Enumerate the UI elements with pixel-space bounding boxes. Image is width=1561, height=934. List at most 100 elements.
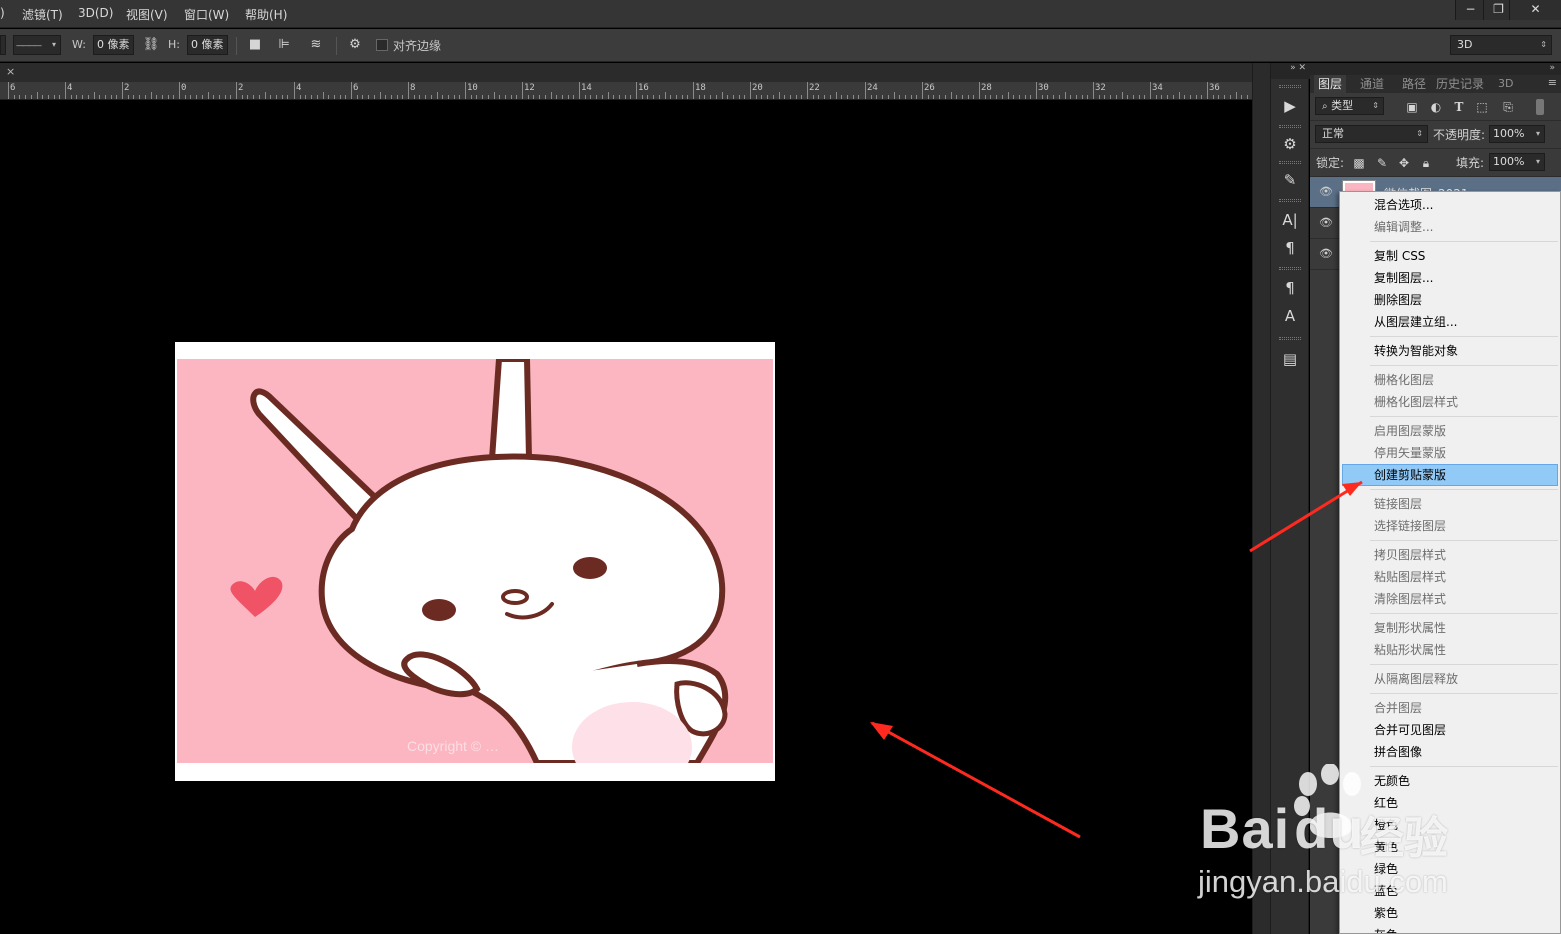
close-window-button[interactable]: ✕	[1509, 0, 1561, 20]
ruler-tick	[545, 95, 546, 99]
panel-collapse-icon[interactable]: »	[1310, 63, 1561, 75]
context-menu-item[interactable]: 清除图层样式	[1342, 588, 1558, 610]
workspace-dropdown[interactable]: 3D ⇕	[1450, 35, 1552, 55]
visibility-eye-icon[interactable]: 👁︎	[1318, 215, 1334, 231]
grip-icon[interactable]	[1279, 85, 1301, 88]
context-menu-item[interactable]: 编辑调整...	[1342, 216, 1558, 238]
document-image[interactable]: Copyright © …	[175, 342, 775, 781]
lock-all-icon[interactable]: 🔒︎	[1418, 155, 1434, 171]
path-operations-icon[interactable]: ■	[246, 36, 264, 54]
ruler-tick	[911, 95, 912, 99]
menu-item-3d[interactable]: 3D(D)	[78, 6, 113, 20]
context-menu-item[interactable]: 从隔离图层释放	[1342, 668, 1558, 690]
tab-layers[interactable]: 图层	[1314, 75, 1347, 93]
lock-move-icon[interactable]: ✥	[1396, 155, 1412, 171]
context-menu-item[interactable]: 红色	[1342, 792, 1558, 814]
grip-icon[interactable]	[1279, 267, 1301, 270]
context-menu-item[interactable]: 粘贴形状属性	[1342, 639, 1558, 661]
context-menu-item[interactable]: 启用图层蒙版	[1342, 420, 1558, 442]
context-menu-item[interactable]: 栅格化图层	[1342, 369, 1558, 391]
grip-icon[interactable]	[1279, 125, 1301, 128]
context-menu-item[interactable]: 灰色	[1342, 924, 1558, 933]
gear-icon[interactable]: ⚙	[346, 36, 364, 54]
lock-paint-icon[interactable]: ✎	[1374, 155, 1390, 171]
character-styles-icon[interactable]: A	[1275, 303, 1305, 329]
height-input[interactable]: 0 像素	[187, 35, 228, 55]
left-eye	[422, 599, 456, 621]
ruler-tick	[1144, 95, 1145, 99]
filter-kind-dropdown[interactable]: ⌕ 类型 ⇕	[1315, 97, 1384, 115]
menu-item-help[interactable]: 帮助(H)	[245, 6, 287, 23]
context-menu-item[interactable]: 合并可见图层	[1342, 719, 1558, 741]
right-eye	[573, 557, 607, 579]
grip-icon[interactable]	[1279, 199, 1301, 202]
visibility-eye-icon[interactable]: 👁︎	[1318, 184, 1334, 200]
context-menu-item[interactable]: 删除图层	[1342, 289, 1558, 311]
context-menu-item[interactable]: 转换为智能对象	[1342, 340, 1558, 362]
context-menu-item[interactable]: 合并图层	[1342, 697, 1558, 719]
panel-menu-icon[interactable]: ≡	[1548, 76, 1557, 89]
shape-filter-icon[interactable]: ⬚	[1474, 99, 1490, 115]
character-icon[interactable]: A|	[1275, 207, 1305, 233]
context-menu-item[interactable]: 复制 CSS	[1342, 245, 1558, 267]
context-menu-item[interactable]: 拷贝图层样式	[1342, 544, 1558, 566]
blend-mode-dropdown[interactable]: 正常 ⇕	[1315, 125, 1428, 143]
minimize-button[interactable]: −	[1455, 0, 1485, 20]
notes-icon[interactable]: ▤	[1275, 346, 1305, 372]
context-menu-item[interactable]: 绿色	[1342, 858, 1558, 880]
play-actions-icon[interactable]: ▶	[1275, 93, 1305, 119]
stroke-style-dropdown[interactable]: ———— ▾	[13, 35, 61, 55]
opacity-input[interactable]: 100% ▾	[1489, 125, 1545, 143]
context-menu-item[interactable]: 链接图层	[1342, 493, 1558, 515]
menu-item-filter[interactable]: 滤镜(T)	[22, 6, 63, 23]
grip-icon[interactable]	[1279, 337, 1301, 340]
visibility-eye-icon[interactable]: 👁︎	[1318, 246, 1334, 262]
context-menu-item[interactable]: 停用矢量蒙版	[1342, 442, 1558, 464]
dock-collapse-icon[interactable]: » ✕	[1271, 63, 1310, 79]
close-document-icon[interactable]: ×	[6, 65, 15, 78]
context-menu-item[interactable]: 从图层建立组...	[1342, 311, 1558, 333]
context-menu-item[interactable]: 混合选项...	[1342, 194, 1558, 216]
context-menu-item[interactable]: 栅格化图层样式	[1342, 391, 1558, 413]
context-menu-item[interactable]: 黄色	[1342, 836, 1558, 858]
context-menu-item[interactable]: 粘贴图层样式	[1342, 566, 1558, 588]
adjustment-filter-icon[interactable]: ◐	[1428, 99, 1444, 115]
context-menu-item[interactable]: 复制图层...	[1342, 267, 1558, 289]
lock-transparency-icon[interactable]: ▩	[1351, 155, 1367, 171]
type-filter-icon[interactable]: T	[1451, 99, 1467, 115]
tab-history[interactable]: 历史记录	[1432, 75, 1488, 93]
context-menu-item[interactable]: 蓝色	[1342, 880, 1558, 902]
paragraph-styles-icon[interactable]: ¶	[1275, 275, 1305, 301]
smart-object-filter-icon[interactable]: ⎘	[1500, 99, 1516, 115]
ruler-tick	[727, 95, 728, 99]
tab-3d[interactable]: 3D	[1494, 75, 1517, 93]
tab-channels[interactable]: 通道	[1356, 75, 1388, 93]
menu-item-window[interactable]: 窗口(W)	[184, 6, 229, 23]
align-edges-checkbox[interactable]	[376, 39, 388, 51]
context-menu-item[interactable]: 选择链接图层	[1342, 515, 1558, 537]
filter-toggle-switch[interactable]	[1536, 99, 1544, 115]
context-menu-item[interactable]: 复制形状属性	[1342, 617, 1558, 639]
brush-icon[interactable]: ✎	[1275, 167, 1305, 193]
tool-preset-picker[interactable]	[0, 35, 6, 55]
pixel-filter-icon[interactable]: ▣	[1404, 99, 1420, 115]
menu-item-view[interactable]: 视图(V)	[126, 6, 168, 23]
ruler-tick	[602, 95, 603, 99]
path-alignment-icon[interactable]: ⊫	[275, 36, 293, 54]
fill-input[interactable]: 100% ▾	[1489, 153, 1545, 171]
context-menu-item[interactable]: 创建剪贴蒙版	[1342, 464, 1558, 486]
context-menu-item[interactable]: 无颜色	[1342, 770, 1558, 792]
context-menu-item[interactable]: 拼合图像	[1342, 741, 1558, 763]
menu-item-partial[interactable]: )	[0, 6, 5, 20]
context-menu-item[interactable]: 紫色	[1342, 902, 1558, 924]
link-icon[interactable]: ⛓	[142, 36, 160, 54]
path-arrangement-icon[interactable]: ≋	[307, 36, 325, 54]
grip-icon[interactable]	[1279, 161, 1301, 164]
tab-paths[interactable]: 路径	[1398, 75, 1430, 93]
paragraph-icon[interactable]: ¶	[1275, 235, 1305, 261]
width-input[interactable]: 0 像素	[93, 35, 134, 55]
context-menu-item[interactable]: 橙色	[1342, 814, 1558, 836]
ruler-tick	[1150, 82, 1151, 99]
properties-icon[interactable]: ⚙	[1275, 131, 1305, 157]
ruler-tick	[54, 95, 55, 99]
